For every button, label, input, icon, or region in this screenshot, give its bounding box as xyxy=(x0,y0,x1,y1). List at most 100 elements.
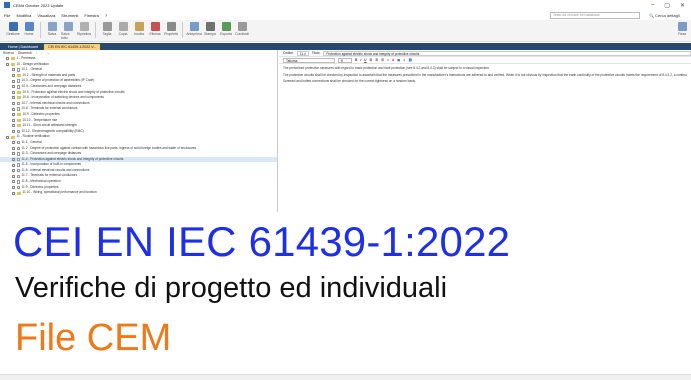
close-button[interactable]: ✕ xyxy=(680,2,685,9)
ribbon-button-export[interactable]: Esporta xyxy=(219,22,233,36)
tools-tree-button[interactable]: Strumenti xyxy=(18,51,32,55)
insert-image-icon[interactable]: ▣ xyxy=(397,58,400,62)
document-icon xyxy=(16,163,20,167)
menu-file[interactable]: File xyxy=(4,13,10,18)
expand-toggle-icon[interactable] xyxy=(6,135,9,139)
editor-toolbar: Tahoma 8 B I U ☰ ☰ ☰ ≡ A ▣ ● ⛓ xyxy=(279,57,691,64)
expand-toggle-icon[interactable] xyxy=(12,124,15,128)
bold-button[interactable]: B xyxy=(355,58,357,62)
expand-toggle-icon[interactable] xyxy=(12,113,15,117)
expand-toggle-icon[interactable] xyxy=(12,163,15,167)
title-bar: CEMd October 2023 Update – ▢ ✕ xyxy=(0,0,691,10)
folder-icon xyxy=(16,96,21,100)
cut-icon xyxy=(102,22,112,31)
expand-toggle-icon[interactable] xyxy=(12,85,15,89)
font-size-select[interactable]: 8 xyxy=(338,57,352,63)
expand-toggle-icon[interactable] xyxy=(12,79,15,83)
expand-toggle-icon[interactable] xyxy=(12,130,15,134)
align-right-icon[interactable]: ☰ xyxy=(381,58,384,62)
ribbon-button-copy[interactable]: Copia xyxy=(116,22,130,36)
title-field[interactable]: Protection against electric shock and in… xyxy=(323,50,691,56)
document-icon xyxy=(16,140,20,145)
search-details-button[interactable]: 🔍 Cerca dettagli xyxy=(646,13,691,18)
menu-visualizza[interactable]: Visualizza xyxy=(37,13,55,18)
expand-toggle-icon[interactable] xyxy=(12,146,15,150)
ribbon-button-label: Ripristina xyxy=(76,32,92,36)
ribbon-button-print[interactable]: Stampa xyxy=(203,22,217,36)
folder-icon xyxy=(10,135,15,139)
expand-toggle-icon[interactable] xyxy=(12,107,15,111)
expand-toggle-icon[interactable] xyxy=(12,90,15,94)
ribbon-separator xyxy=(95,22,96,38)
ribbon-button-preview[interactable]: Anteprima xyxy=(186,22,202,36)
bullet-list-icon[interactable]: ≡ xyxy=(387,58,389,62)
font-select[interactable]: Tahoma xyxy=(283,57,335,63)
move-down-icon[interactable]: ↓ xyxy=(41,51,43,55)
document-icon xyxy=(16,180,20,184)
body-paragraph: Screwed and bolted connections shall be … xyxy=(283,79,416,83)
pin-button[interactable]: Fissa xyxy=(677,22,691,36)
expand-toggle-icon[interactable] xyxy=(6,57,9,61)
ribbon-button-save[interactable]: Salva xyxy=(45,22,59,36)
expand-toggle-icon[interactable] xyxy=(12,96,15,100)
ribbon-button-manage[interactable]: Gestione xyxy=(6,22,20,36)
ribbon-button-save-all[interactable]: Salva tutto xyxy=(61,22,75,40)
ribbon-toolbar: Gestione Home Salva Salva tutto Ripristina Ta… xyxy=(0,20,691,42)
ribbon-button-restore[interactable]: Ripristina xyxy=(77,22,91,36)
ribbon-button-label: Esporta xyxy=(220,32,232,36)
ribbon-button-properties[interactable]: Proprietà xyxy=(164,22,178,36)
export-icon xyxy=(221,22,231,31)
expand-toggle-icon[interactable] xyxy=(12,102,15,106)
italic-button[interactable]: I xyxy=(360,58,361,62)
expand-toggle-icon[interactable] xyxy=(12,141,15,145)
ribbon-button-label: Home xyxy=(24,32,34,36)
expand-toggle-icon[interactable] xyxy=(12,169,15,173)
menu-strumenti[interactable]: Strumenti xyxy=(61,13,78,18)
menu-finestra[interactable]: Finestra xyxy=(84,13,98,18)
ribbon-button-label: Salva tutto xyxy=(61,32,70,40)
expand-toggle-icon[interactable] xyxy=(12,118,15,122)
insert-shape-icon[interactable]: ● xyxy=(403,58,405,62)
align-center-icon[interactable]: ☰ xyxy=(375,58,378,62)
print-icon xyxy=(205,22,215,31)
menu-help[interactable]: ? xyxy=(105,13,107,18)
expand-toggle-icon[interactable] xyxy=(12,157,15,161)
code-field[interactable]: 11.4 xyxy=(296,50,309,56)
maximize-button[interactable]: ▢ xyxy=(664,2,670,9)
menu-modifica[interactable]: Modifica xyxy=(16,13,31,18)
minimize-button[interactable]: – xyxy=(651,2,654,9)
expand-toggle-icon[interactable] xyxy=(6,62,9,66)
link-icon[interactable]: ⛓ xyxy=(408,58,412,62)
expand-toggle-icon[interactable] xyxy=(12,74,15,78)
ribbon-button-delete[interactable]: Elimina xyxy=(148,22,162,36)
expand-toggle-icon[interactable] xyxy=(12,180,15,184)
ribbon-button-home[interactable]: Home xyxy=(22,22,36,36)
body-paragraph: The protective circuits shall be checked… xyxy=(283,72,687,77)
document-icon xyxy=(16,79,20,83)
ribbon-button-paste[interactable]: Incolla xyxy=(132,22,146,36)
ribbon-button-share[interactable]: Condividi xyxy=(235,22,249,36)
expand-toggle-icon[interactable] xyxy=(12,191,15,195)
align-left-icon[interactable]: ☰ xyxy=(370,58,373,62)
tree-row[interactable]: 11.10 - Wiring, operational performance … xyxy=(0,190,277,196)
folder-icon xyxy=(16,118,21,122)
expand-toggle-icon[interactable] xyxy=(12,185,15,189)
expand-toggle-icon[interactable] xyxy=(12,174,15,178)
text-color-icon[interactable]: A xyxy=(392,58,394,62)
move-up-icon[interactable]: ↑ xyxy=(35,51,37,55)
document-icon xyxy=(16,185,20,190)
expand-toggle-icon[interactable] xyxy=(12,68,15,72)
document-icon xyxy=(16,129,20,134)
save-icon xyxy=(47,22,57,31)
underline-button[interactable]: U xyxy=(364,58,366,62)
ribbon-button-label: Anteprima xyxy=(186,32,202,36)
folder-icon xyxy=(16,124,21,128)
search-input[interactable]: Testo da cercare nel database xyxy=(550,11,640,19)
expand-toggle-icon[interactable] xyxy=(12,152,15,156)
ribbon-button-cut[interactable]: Taglia xyxy=(100,22,114,36)
search-tree-button[interactable]: Ricerca xyxy=(3,51,14,55)
document-icon xyxy=(16,168,20,173)
ribbon-separator xyxy=(182,22,183,38)
move-right-icon[interactable]: → xyxy=(47,51,50,55)
document-icon xyxy=(16,107,20,111)
